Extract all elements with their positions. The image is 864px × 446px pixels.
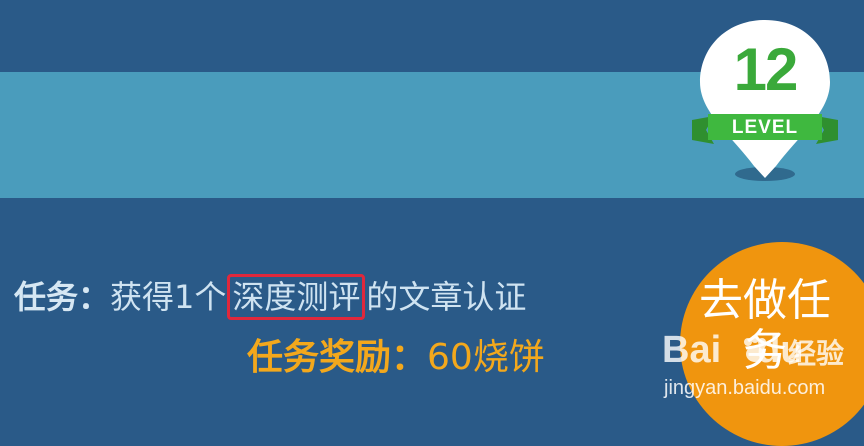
baidu-paw-icon <box>744 335 766 362</box>
watermark-sub: 经验 <box>788 337 845 370</box>
task-prefix: 任务： <box>14 278 111 316</box>
reward-label: 任务奖励： <box>247 337 428 378</box>
task-reward: 任务奖励：60烧饼 <box>247 330 545 386</box>
watermark-url: jingyan.baidu.com <box>664 377 826 399</box>
task-highlight: 深度测评 <box>227 274 366 320</box>
watermark-brand-bai: Bai <box>662 329 722 371</box>
level-number: 12 <box>733 36 799 103</box>
level-label: LEVEL <box>731 117 799 138</box>
watermark-brand: Bai du <box>662 330 804 370</box>
task-text-after: 的文章认证 <box>366 278 527 316</box>
baidu-jingyan-watermark: Bai du 经验 jingyan.baidu.com <box>662 326 858 410</box>
task-text-before: 获得1个 <box>110 278 227 316</box>
task-description: 任务：获得1个 深度测评 的文章认证 <box>14 273 526 321</box>
reward-value: 60烧饼 <box>427 337 545 378</box>
level-badge: 12 LEVEL <box>690 16 840 186</box>
